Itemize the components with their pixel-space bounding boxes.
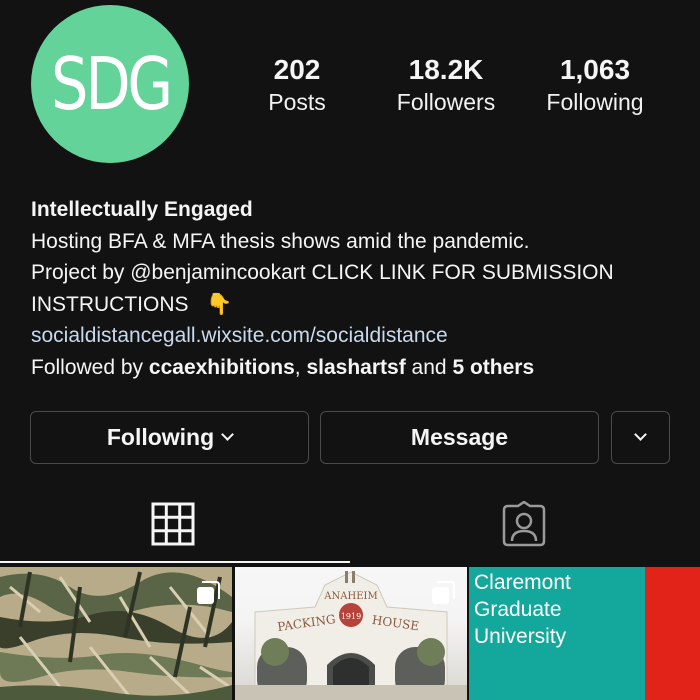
svg-text:1919: 1919 (341, 612, 361, 621)
bio-line-3-text: INSTRUCTIONS (31, 292, 189, 316)
following-value: 1,063 (559, 54, 631, 85)
profile-bio: Intellectually Engaged Hosting BFA & MFA… (31, 194, 681, 383)
posts-count[interactable]: 202 Posts (222, 54, 372, 118)
bio-line-3: INSTRUCTIONS 👇 (31, 289, 681, 321)
message-button-label: Message (410, 424, 509, 450)
profile-name: Intellectually Engaged (31, 198, 253, 221)
multiple-posts-icon (432, 581, 455, 604)
pointing-down-emoji: 👇 (206, 292, 233, 316)
sign-anaheim: ANAHEIM (323, 591, 377, 602)
followed-by-separator: , (294, 355, 301, 379)
avatar-text: SDG (50, 42, 173, 126)
message-button[interactable]: Message (320, 411, 599, 464)
logo-line-2: Graduate (474, 598, 562, 621)
followed-by-user-2[interactable]: slashartsf (306, 356, 405, 379)
post-thumbnail[interactable]: Claremont Graduate University (469, 567, 700, 700)
bio-line-1: Hosting BFA & MFA thesis shows amid the … (31, 229, 530, 253)
posts-label: Posts (268, 89, 326, 115)
following-button[interactable]: Following (30, 411, 309, 464)
suggested-accounts-button[interactable] (611, 411, 670, 464)
tab-posts-grid[interactable] (148, 500, 198, 548)
followers-value: 18.2K (408, 54, 484, 85)
bio-link[interactable]: socialdistancegall.wixsite.com/socialdis… (31, 320, 681, 352)
chevron-down-icon (221, 428, 235, 441)
following-button-label: Following (106, 424, 215, 450)
tab-tagged[interactable] (499, 500, 549, 548)
followed-by-others[interactable]: 5 others (452, 356, 534, 379)
following-label: Following (546, 89, 644, 115)
following-count[interactable]: 1,063 Following (520, 54, 670, 118)
logo-line-1: Claremont (474, 571, 571, 594)
active-tab-indicator (0, 561, 350, 563)
posts-value: 202 (273, 54, 321, 85)
profile-avatar[interactable]: SDG (31, 5, 189, 163)
followed-by-prefix: Followed by (31, 355, 144, 379)
red-accent-block (645, 567, 700, 700)
chevron-down-icon (634, 428, 647, 441)
post-thumbnail[interactable] (0, 567, 232, 700)
claremont-graduate-university-logo-text: Claremont Graduate University (474, 569, 571, 650)
post-thumbnail[interactable]: 1919 ANAHEIM PACKING HOUSE (235, 567, 467, 700)
followed-by-and: and (411, 355, 447, 379)
bio-line-2: Project by @benjamincookart CLICK LINK F… (31, 261, 614, 284)
followed-by-user-1[interactable]: ccaexhibitions (149, 356, 295, 379)
followers-label: Followers (396, 89, 496, 115)
multiple-posts-icon (197, 581, 220, 604)
logo-line-3: University (474, 625, 567, 648)
grid-icon (151, 502, 195, 546)
tagged-person-icon (502, 501, 546, 547)
followed-by[interactable]: Followed by ccaexhibitions, slashartsf a… (31, 352, 681, 384)
followers-count[interactable]: 18.2K Followers (371, 54, 521, 118)
